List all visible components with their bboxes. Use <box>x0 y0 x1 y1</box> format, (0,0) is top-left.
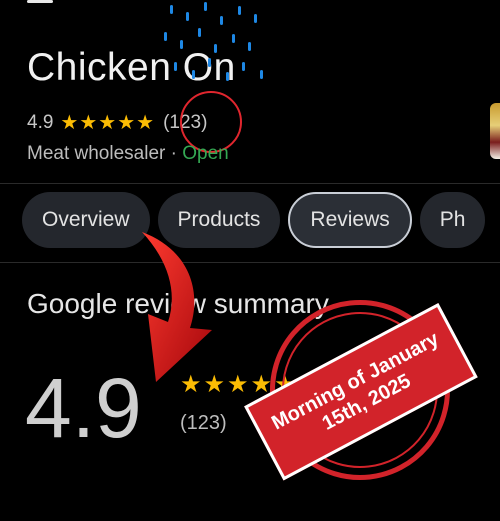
tab-photos[interactable]: Ph <box>419 192 486 248</box>
summary-review-count[interactable]: (123) <box>180 412 227 435</box>
rain-overlay <box>164 2 263 81</box>
arrow-annotation <box>142 232 212 382</box>
business-photo-thumbnail[interactable] <box>490 103 500 159</box>
open-status: Open <box>182 143 229 164</box>
menu-icon[interactable] <box>27 0 53 3</box>
separator-dot: · <box>165 143 183 164</box>
rating-value: 4.9 <box>27 111 54 133</box>
divider <box>0 183 500 184</box>
divider <box>0 262 500 263</box>
tab-reviews[interactable]: Reviews <box>288 192 412 248</box>
category-label: Meat wholesaler <box>27 143 166 164</box>
category-row: Meat wholesaler · Open <box>27 143 229 165</box>
redaction-box <box>250 25 500 105</box>
tab-bar: Overview Products Reviews Ph <box>22 192 486 248</box>
star-icon: ★★★★★ <box>60 112 156 134</box>
